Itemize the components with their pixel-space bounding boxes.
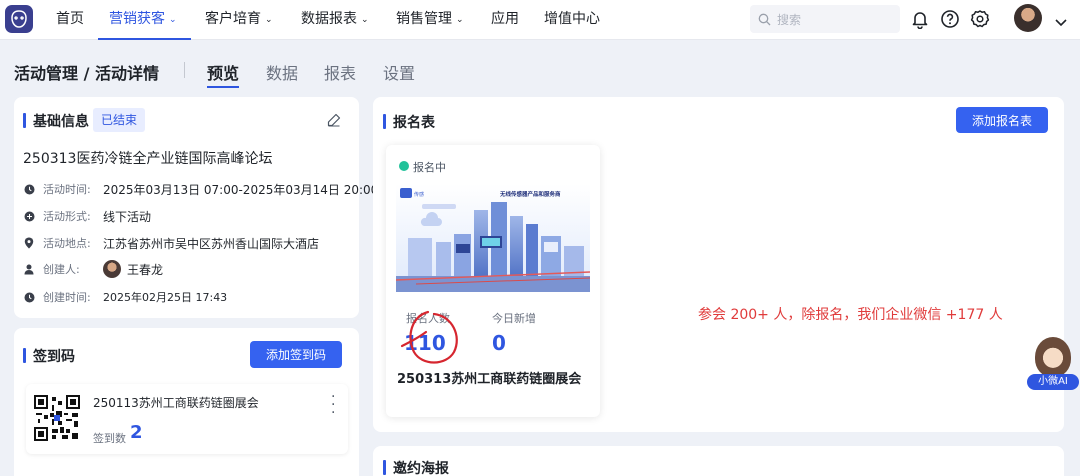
- edit-icon[interactable]: [327, 112, 341, 131]
- tab-preview[interactable]: 预览: [207, 60, 240, 88]
- info-value: 王春龙: [127, 262, 164, 277]
- event-name: 250313医药冷链全产业链国际高峰论坛: [23, 151, 273, 167]
- invite-poster-card: [373, 446, 1064, 476]
- divider: [184, 62, 185, 78]
- ai-assistant-widget[interactable]: 小微AI: [1027, 337, 1079, 391]
- bell-icon[interactable]: [909, 8, 931, 30]
- info-label: 活动形式:: [43, 210, 91, 223]
- nav-label: 数据报表: [301, 11, 357, 27]
- status-badge: 已结束: [93, 108, 146, 132]
- nav-item-value-center[interactable]: 增值中心: [544, 0, 600, 40]
- section-title: 报名表: [383, 112, 435, 132]
- app-logo[interactable]: [5, 5, 33, 33]
- ai-assistant-avatar: [1035, 337, 1071, 377]
- qr-code[interactable]: [34, 395, 80, 441]
- location-pin-icon: [23, 237, 35, 249]
- checkin-item-title: 250113苏州工商联药链圈展会: [93, 396, 259, 410]
- info-row-format: 活动形式: 线下活动: [23, 207, 151, 225]
- nav-label: 应用: [491, 11, 519, 27]
- search-input[interactable]: 搜索: [750, 5, 900, 33]
- info-value: 江苏省苏州市吴中区苏州香山国际大酒店: [103, 236, 320, 251]
- section-title: 邀约海报: [383, 458, 449, 476]
- chevron-down-icon: ⌄: [169, 15, 177, 25]
- tab-data[interactable]: 数据: [266, 60, 298, 84]
- svg-text:传感: 传感: [414, 191, 424, 198]
- help-icon[interactable]: [939, 8, 961, 30]
- event-poster-image: 传感 无线传感器产品和服务商: [396, 184, 590, 292]
- status-dot: [399, 161, 409, 171]
- info-label: 活动时间:: [43, 183, 91, 196]
- info-value: 2025年03月13日 07:00-2025年03月14日 20:00: [103, 182, 379, 197]
- add-checkin-code-button[interactable]: 添加签到码: [250, 341, 342, 368]
- user-icon: [23, 263, 35, 275]
- today-new-label: 今日新增: [492, 312, 536, 325]
- info-label: 创建时间:: [43, 291, 91, 304]
- clock-icon: [23, 291, 35, 303]
- info-row-location: 活动地点: 江苏省苏州市吴中区苏州香山国际大酒店: [23, 234, 319, 252]
- nav-item-customer-nurture[interactable]: 客户培育 ⌄: [205, 0, 273, 40]
- nav-label: 增值中心: [544, 11, 600, 27]
- top-nav: 首页 营销获客 ⌄ 客户培育 ⌄ 数据报表 ⌄ 销售管理 ⌄ 应用 增值中心 搜索: [0, 0, 1080, 40]
- avatar: [103, 260, 121, 278]
- section-title: 基础信息: [23, 111, 89, 131]
- annotation-note: 参会 200+ 人，除报名，我们企业微信 +177 人: [698, 307, 1003, 323]
- info-value: 线下活动: [103, 209, 152, 224]
- nav-label: 客户培育: [205, 11, 261, 27]
- tab-settings[interactable]: 设置: [383, 60, 415, 84]
- svg-text:无线传感器产品和服务商: 无线传感器产品和服务商: [499, 190, 561, 198]
- nav-label: 销售管理: [396, 11, 452, 27]
- nav-item-home[interactable]: 首页: [56, 0, 84, 40]
- more-options-icon[interactable]: · · ·: [331, 390, 335, 420]
- info-row-created: 创建时间: 2025年02月25日 17:43: [23, 288, 227, 306]
- form-status: 报名中: [413, 161, 446, 174]
- search-icon: [758, 13, 771, 25]
- info-row-creator: 创建人: 王春龙: [23, 260, 163, 278]
- chevron-down-icon: ⌄: [456, 15, 464, 25]
- add-registration-form-button[interactable]: 添加报名表: [956, 107, 1048, 133]
- nav-item-apps[interactable]: 应用: [491, 0, 519, 40]
- info-row-time: 活动时间: 2025年03月13日 07:00-2025年03月14日 20:0…: [23, 180, 378, 198]
- checkin-count-label: 签到数: [93, 432, 126, 445]
- nav-item-sales[interactable]: 销售管理 ⌄: [396, 0, 464, 40]
- checkin-count: 2: [130, 422, 143, 443]
- nav-item-data-reports[interactable]: 数据报表 ⌄: [301, 0, 369, 40]
- info-label: 创建人:: [43, 263, 80, 276]
- tab-reports[interactable]: 报表: [324, 60, 356, 84]
- nav-label: 首页: [56, 11, 84, 27]
- chevron-down-icon: ⌄: [265, 15, 273, 25]
- search-placeholder: 搜索: [777, 12, 802, 27]
- form-name: 250313苏州工商联药链圈展会: [397, 372, 582, 387]
- handwritten-annotation: [400, 310, 458, 364]
- nav-label: 营销获客: [109, 11, 165, 27]
- grid-icon: [23, 210, 35, 222]
- chevron-down-icon: ⌄: [361, 15, 369, 25]
- chevron-down-icon[interactable]: [1055, 12, 1067, 31]
- gear-icon[interactable]: [969, 8, 991, 30]
- clock-icon: [23, 183, 35, 195]
- info-value: 2025年02月25日 17:43: [103, 291, 228, 304]
- section-title: 签到码: [23, 346, 75, 366]
- today-new-count: 0: [492, 331, 506, 355]
- info-label: 活动地点:: [43, 237, 91, 250]
- nav-item-marketing[interactable]: 营销获客 ⌄: [98, 0, 191, 40]
- user-avatar[interactable]: [1014, 4, 1042, 32]
- breadcrumb: 活动管理 / 活动详情: [14, 64, 159, 83]
- ai-assistant-label: 小微AI: [1027, 374, 1079, 390]
